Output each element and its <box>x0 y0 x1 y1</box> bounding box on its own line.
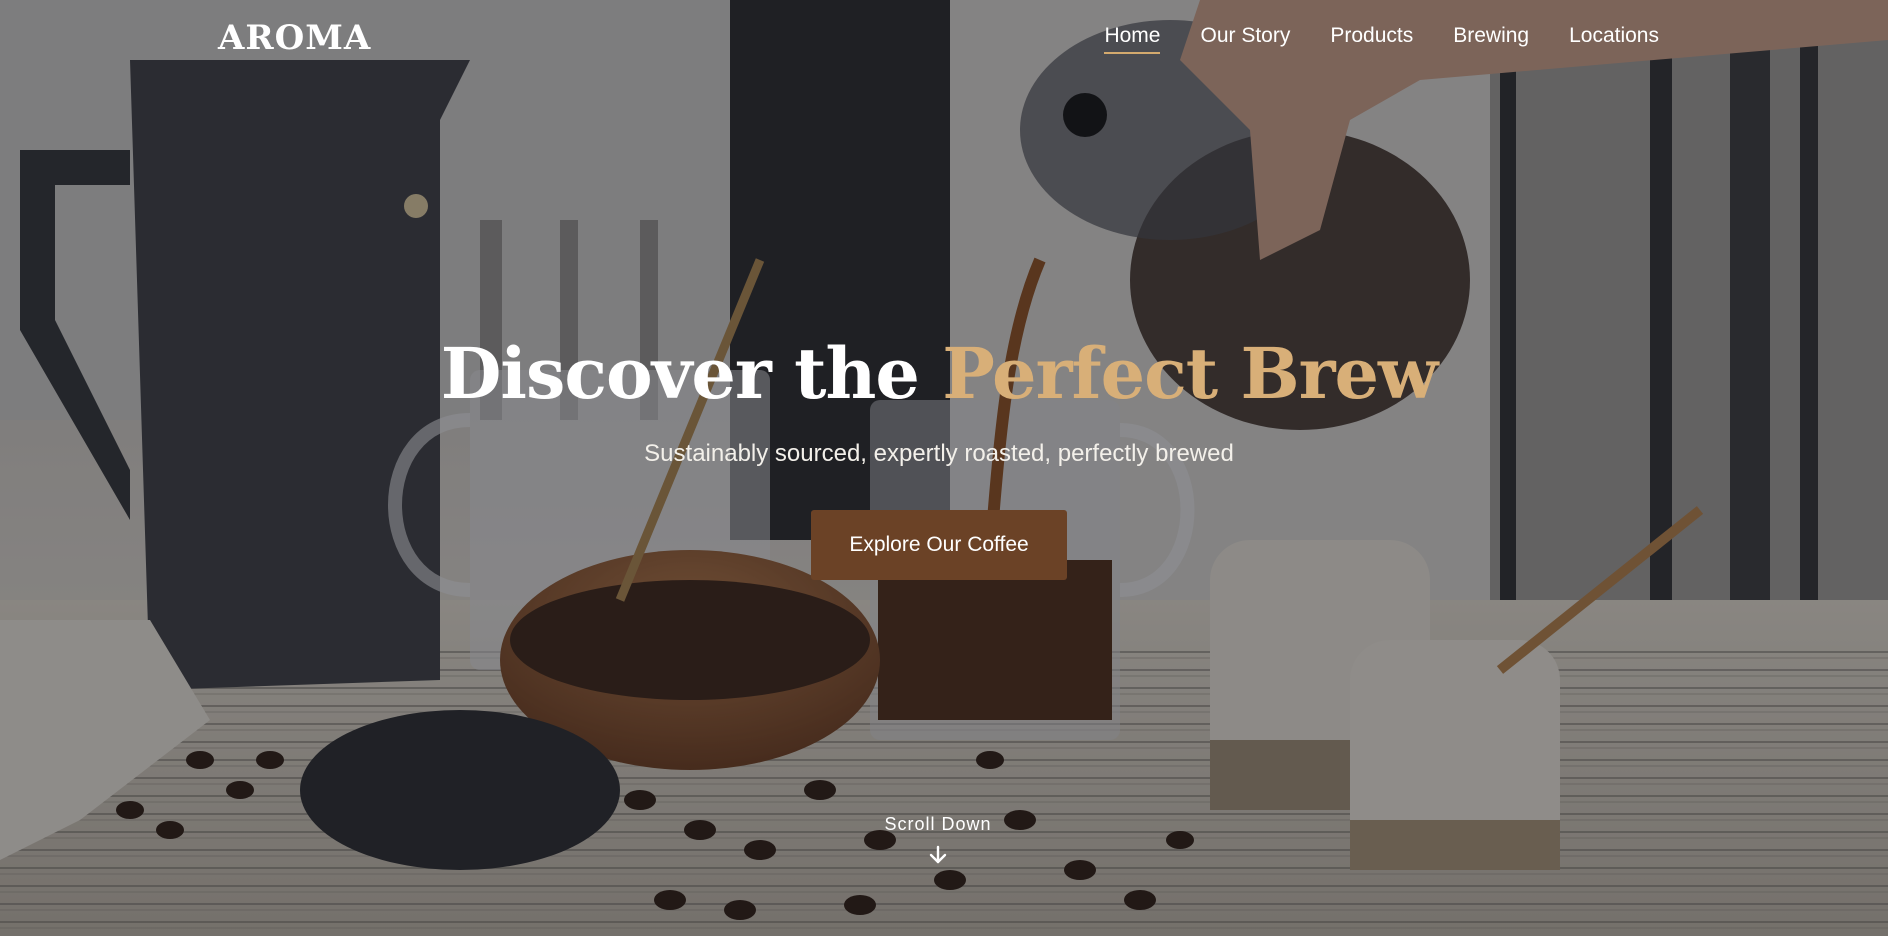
hero-section: AROMA Home Our Story Products Brewing Lo… <box>0 0 1888 936</box>
nav-item-locations[interactable]: Locations <box>1569 24 1659 54</box>
nav-item-home[interactable]: Home <box>1104 24 1161 54</box>
scroll-down-label: Scroll Down <box>884 814 992 834</box>
brand-logo[interactable]: AROMA <box>218 18 371 58</box>
top-navbar: AROMA Home Our Story Products Brewing Lo… <box>0 0 1888 80</box>
headline-accent: Perfect Brew <box>942 332 1438 415</box>
headline-plain: Discover the <box>440 332 943 415</box>
explore-coffee-button[interactable]: Explore Our Coffee <box>811 510 1067 580</box>
hero-subheadline: Sustainably sourced, expertly roasted, p… <box>644 440 1234 467</box>
hero-headline: Discover the Perfect Brew <box>0 330 1878 418</box>
nav-item-brewing[interactable]: Brewing <box>1453 24 1529 54</box>
hero-content: Discover the Perfect Brew Sustainably so… <box>0 330 1878 580</box>
nav-item-products[interactable]: Products <box>1330 24 1413 54</box>
arrow-down-icon <box>929 845 947 864</box>
nav-links: Home Our Story Products Brewing Location… <box>1104 24 1659 54</box>
nav-item-our-story[interactable]: Our Story <box>1200 24 1290 54</box>
scroll-down-link[interactable]: Scroll Down <box>0 814 1876 865</box>
